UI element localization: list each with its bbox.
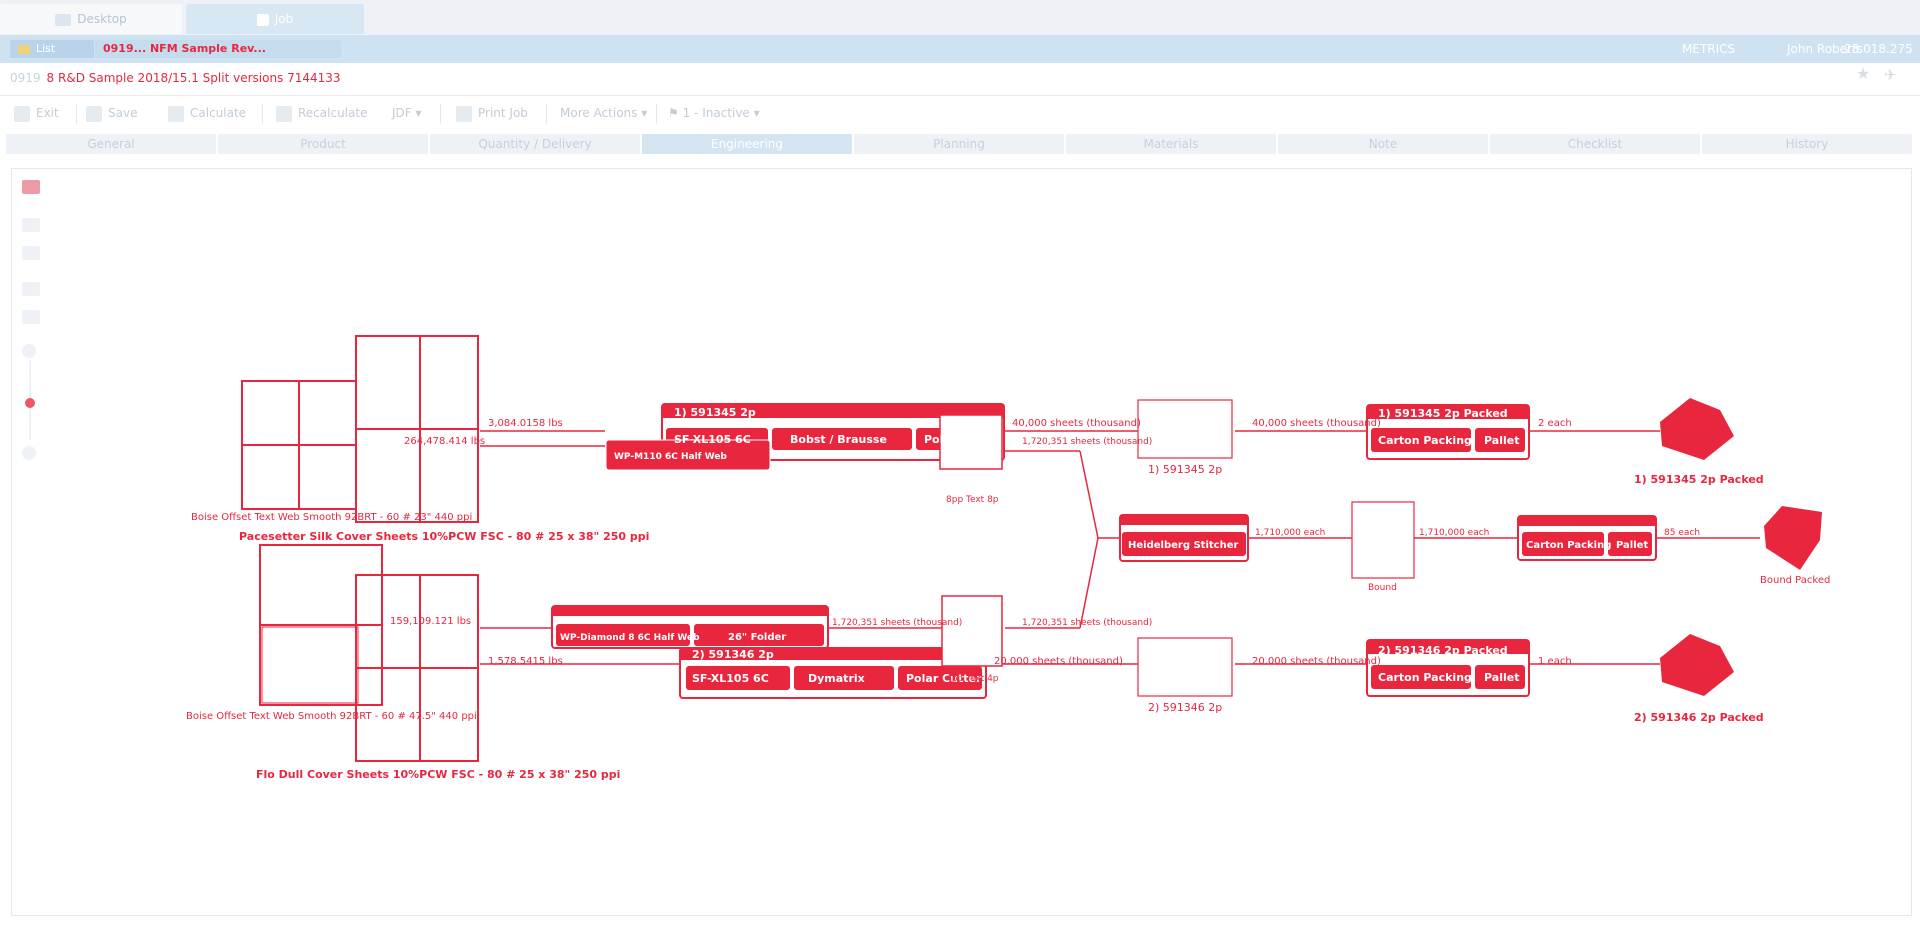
bound-packed-label: Bound Packed	[1760, 575, 1830, 586]
component-1-label: 1) 591345 2p	[1148, 463, 1222, 476]
press-2-label: SF-XL105 6C	[692, 672, 769, 685]
qty-a: 3,084.0158 lbs	[488, 418, 563, 429]
sheets-2b: 20,000 sheets (thousand)	[1252, 656, 1381, 667]
process-group-2-title: 2) 591346 2p	[692, 648, 774, 661]
text-4p-label: 4pp Text 4p	[946, 674, 999, 684]
each-2: 1,710,000 each	[1419, 528, 1489, 538]
text-4p-component[interactable]	[941, 595, 1003, 667]
bound-label: Bound	[1368, 583, 1397, 593]
web-press-2-label: WP-Diamond 8 6C Half Web	[560, 633, 700, 643]
text-8p-label: 8pp Text 8p	[946, 495, 999, 505]
sheets-1b: 40,000 sheets (thousand)	[1252, 418, 1381, 429]
press-1-label: SF-XL105 6C	[674, 433, 751, 446]
component-2-card[interactable]	[1137, 637, 1233, 697]
bound-component[interactable]	[1351, 501, 1415, 579]
cutter-1-label: Polar Cutter	[924, 433, 1000, 446]
paper-2-label: Flo Dull Cover Sheets 10%PCW FSC - 80 # …	[256, 768, 620, 781]
process-diagram: Pacesetter Silk Cover Sheets 10%PCW FSC …	[186, 335, 1830, 781]
sheets-text-b: 1,720,351 sheets (thousand)	[832, 618, 962, 628]
pallet-2: Pallet	[1484, 671, 1519, 684]
output-2-label: 2) 591346 2p Packed	[1634, 711, 1764, 724]
carton-packing-1: Carton Packing	[1378, 434, 1472, 447]
paper-2-text-label: Boise Offset Text Web Smooth 92BRT - 60 …	[186, 711, 477, 722]
packing-group-2-title: 2) 591346 2p Packed	[1378, 644, 1508, 657]
output-1-qty: 2 each	[1538, 418, 1572, 429]
pallet-icon[interactable]	[1660, 634, 1734, 696]
paper-1-label: Pacesetter Silk Cover Sheets 10%PCW FSC …	[239, 530, 649, 543]
bobst-label: Bobst / Brausse	[790, 433, 887, 446]
each-1: 1,710,000 each	[1255, 528, 1325, 538]
sheets-2: 20,000 sheets (thousand)	[994, 656, 1123, 667]
carton-packing-2: Carton Packing	[1378, 671, 1472, 684]
component-1-card[interactable]	[1137, 399, 1233, 459]
process-group-1-title: 1) 591345 2p	[674, 406, 756, 419]
pallet-bound: Pallet	[1616, 540, 1648, 551]
sheets-text-c: 1,720,351 sheets (thousand)	[1022, 618, 1152, 628]
pallet-1: Pallet	[1484, 434, 1519, 447]
hatched-area	[261, 626, 359, 704]
stitcher-process[interactable]	[1119, 514, 1249, 562]
packing-group-bound[interactable]	[1517, 515, 1657, 561]
qty-b: 264,478.414 lbs	[404, 436, 485, 447]
stitcher-label: Heidelberg Stitcher	[1128, 540, 1238, 551]
output-1-label: 1) 591345 2p Packed	[1634, 473, 1764, 486]
sheets-1: 40,000 sheets (thousand)	[1012, 418, 1141, 429]
web-press-1-label: WP-M110 6C Half Web	[614, 452, 727, 462]
bound-packed-icon[interactable]	[1764, 506, 1822, 570]
dymatrix-label: Dymatrix	[808, 672, 865, 685]
qty-d: 159,109.121 lbs	[390, 616, 471, 627]
carton-packing-bound: Carton Packing	[1526, 540, 1611, 551]
folder-label: 26" Folder	[728, 632, 786, 643]
bound-qty: 85 each	[1664, 528, 1700, 538]
pallet-icon[interactable]	[1660, 398, 1734, 460]
qty-c: 1,578.5415 lbs	[488, 656, 563, 667]
sheets-text-a: 1,720,351 sheets (thousand)	[1022, 437, 1152, 447]
output-2-qty: 1 each	[1538, 656, 1572, 667]
paper-2-sheet	[259, 544, 479, 762]
component-2-label: 2) 591346 2p	[1148, 701, 1222, 714]
paper-1-text-label: Boise Offset Text Web Smooth 92BRT - 60 …	[191, 512, 472, 523]
paper-1-sheet	[241, 335, 479, 523]
packing-group-1-title: 1) 591345 2p Packed	[1378, 407, 1508, 420]
